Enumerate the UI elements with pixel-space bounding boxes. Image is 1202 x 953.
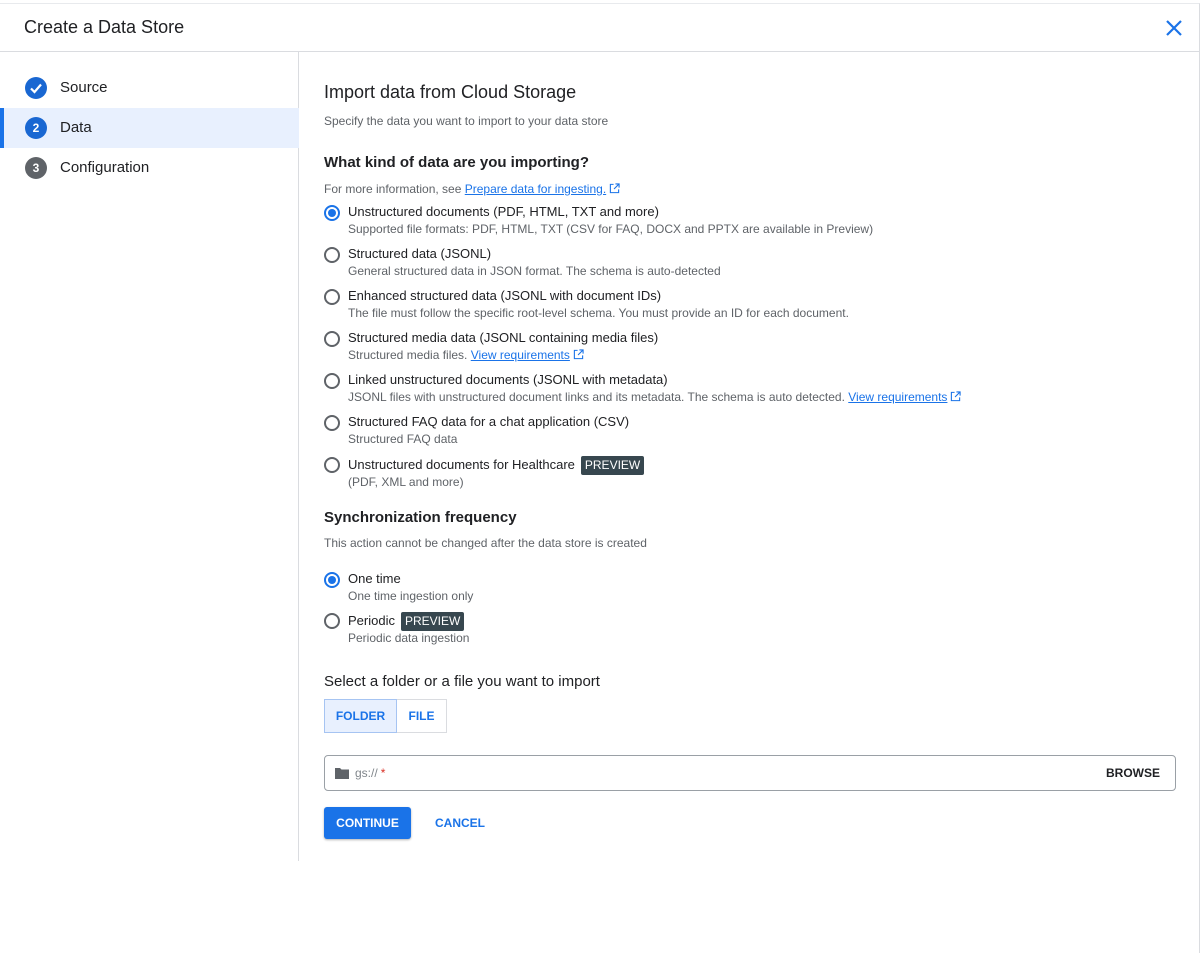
folder-file-toggle: FOLDER FILE — [324, 699, 447, 733]
step-configuration[interactable]: 3 Configuration — [0, 148, 299, 188]
step-source[interactable]: Source — [0, 68, 299, 108]
data-option-structured[interactable]: Structured data (JSONL) General structur… — [324, 246, 1184, 286]
gcs-path-placeholder: gs://* — [355, 766, 386, 780]
sync-option-one-time[interactable]: One time One time ingestion only — [324, 571, 1184, 611]
view-requirements-link[interactable]: View requirements — [848, 390, 947, 404]
select-folder-file-heading: Select a folder or a file you want to im… — [324, 673, 600, 690]
create-data-store-dialog: Create a Data Store Source 2 Data 3 Conf… — [0, 3, 1200, 953]
external-link-icon — [951, 391, 962, 402]
step-label: Configuration — [60, 159, 150, 176]
step-label: Source — [60, 79, 108, 96]
prepare-data-link[interactable]: Prepare data for ingesting. — [465, 182, 606, 196]
folder-icon — [335, 768, 349, 779]
external-link-icon — [573, 349, 584, 360]
sync-frequency-subtitle: This action cannot be changed after the … — [324, 536, 647, 550]
close-icon[interactable] — [1162, 16, 1186, 40]
view-requirements-link[interactable]: View requirements — [471, 348, 570, 362]
radio-unselected[interactable] — [324, 613, 340, 629]
radio-unselected[interactable] — [324, 457, 340, 473]
required-asterisk: * — [380, 766, 386, 780]
sync-frequency-heading: Synchronization frequency — [324, 509, 517, 526]
radio-selected[interactable] — [324, 205, 340, 221]
continue-button[interactable]: CONTINUE — [324, 807, 411, 839]
preview-badge: PREVIEW — [400, 612, 465, 631]
data-option-enhanced-structured[interactable]: Enhanced structured data (JSONL with doc… — [324, 288, 1184, 328]
dialog-title: Create a Data Store — [24, 17, 185, 37]
data-option-structured-media[interactable]: Structured media data (JSONL containing … — [324, 330, 1184, 370]
stepper-sidebar: Source 2 Data 3 Configuration — [0, 52, 299, 861]
radio-unselected[interactable] — [324, 247, 340, 263]
data-kind-heading: What kind of data are you importing? — [324, 154, 590, 171]
option-label: Structured data (JSONL) — [348, 246, 492, 261]
radio-unselected[interactable] — [324, 415, 340, 431]
option-label: One time — [348, 571, 401, 586]
option-description: Structured media files. View requirement… — [348, 348, 584, 362]
option-description: General structured data in JSON format. … — [348, 264, 721, 278]
radio-selected[interactable] — [324, 572, 340, 588]
radio-unselected[interactable] — [324, 373, 340, 389]
data-option-linked-unstructured[interactable]: Linked unstructured documents (JSONL wit… — [324, 372, 1184, 412]
step-label: Data — [60, 119, 92, 136]
sync-option-periodic[interactable]: Periodic PREVIEW Periodic data ingestion — [324, 612, 1184, 652]
option-label: Periodic PREVIEW — [348, 612, 465, 631]
browse-button[interactable]: BROWSE — [1106, 766, 1160, 780]
folder-toggle-button[interactable]: FOLDER — [324, 699, 397, 733]
gcs-path-input[interactable]: gs://* BROWSE — [324, 755, 1176, 791]
cancel-button[interactable]: CANCEL — [435, 816, 485, 830]
option-description: The file must follow the specific root-l… — [348, 306, 849, 320]
page-subtitle: Specify the data you want to import to y… — [324, 114, 609, 128]
option-label: Unstructured documents (PDF, HTML, TXT a… — [348, 204, 659, 219]
external-link-icon — [609, 183, 620, 194]
dialog-header: Create a Data Store — [0, 4, 1200, 52]
page-title: Import data from Cloud Storage — [324, 82, 577, 102]
step-number-badge: 2 — [25, 117, 47, 139]
data-option-healthcare[interactable]: Unstructured documents for Healthcare PRE… — [324, 456, 1184, 496]
step-data[interactable]: 2 Data — [0, 108, 299, 148]
preview-badge: PREVIEW — [580, 456, 645, 475]
step-complete-check-icon — [25, 77, 47, 99]
option-description: One time ingestion only — [348, 589, 474, 603]
data-kind-info: For more information, see Prepare data f… — [324, 182, 620, 196]
option-label: Linked unstructured documents (JSONL wit… — [348, 372, 668, 387]
radio-unselected[interactable] — [324, 331, 340, 347]
option-label: Structured FAQ data for a chat applicati… — [348, 414, 630, 429]
option-description: Periodic data ingestion — [348, 631, 470, 645]
radio-unselected[interactable] — [324, 289, 340, 305]
file-toggle-button[interactable]: FILE — [397, 699, 447, 733]
step-number-badge: 3 — [25, 157, 47, 179]
option-description: JSONL files with unstructured document l… — [348, 390, 962, 404]
option-description: Structured FAQ data — [348, 432, 458, 446]
option-label: Enhanced structured data (JSONL with doc… — [348, 288, 662, 303]
option-label: Unstructured documents for Healthcare PRE… — [348, 456, 645, 475]
data-option-unstructured[interactable]: Unstructured documents (PDF, HTML, TXT a… — [324, 204, 1184, 244]
option-label: Structured media data (JSONL containing … — [348, 330, 659, 345]
data-option-structured-faq[interactable]: Structured FAQ data for a chat applicati… — [324, 414, 1184, 454]
option-description: Supported file formats: PDF, HTML, TXT (… — [348, 222, 874, 236]
option-description: (PDF, XML and more) — [348, 475, 464, 489]
